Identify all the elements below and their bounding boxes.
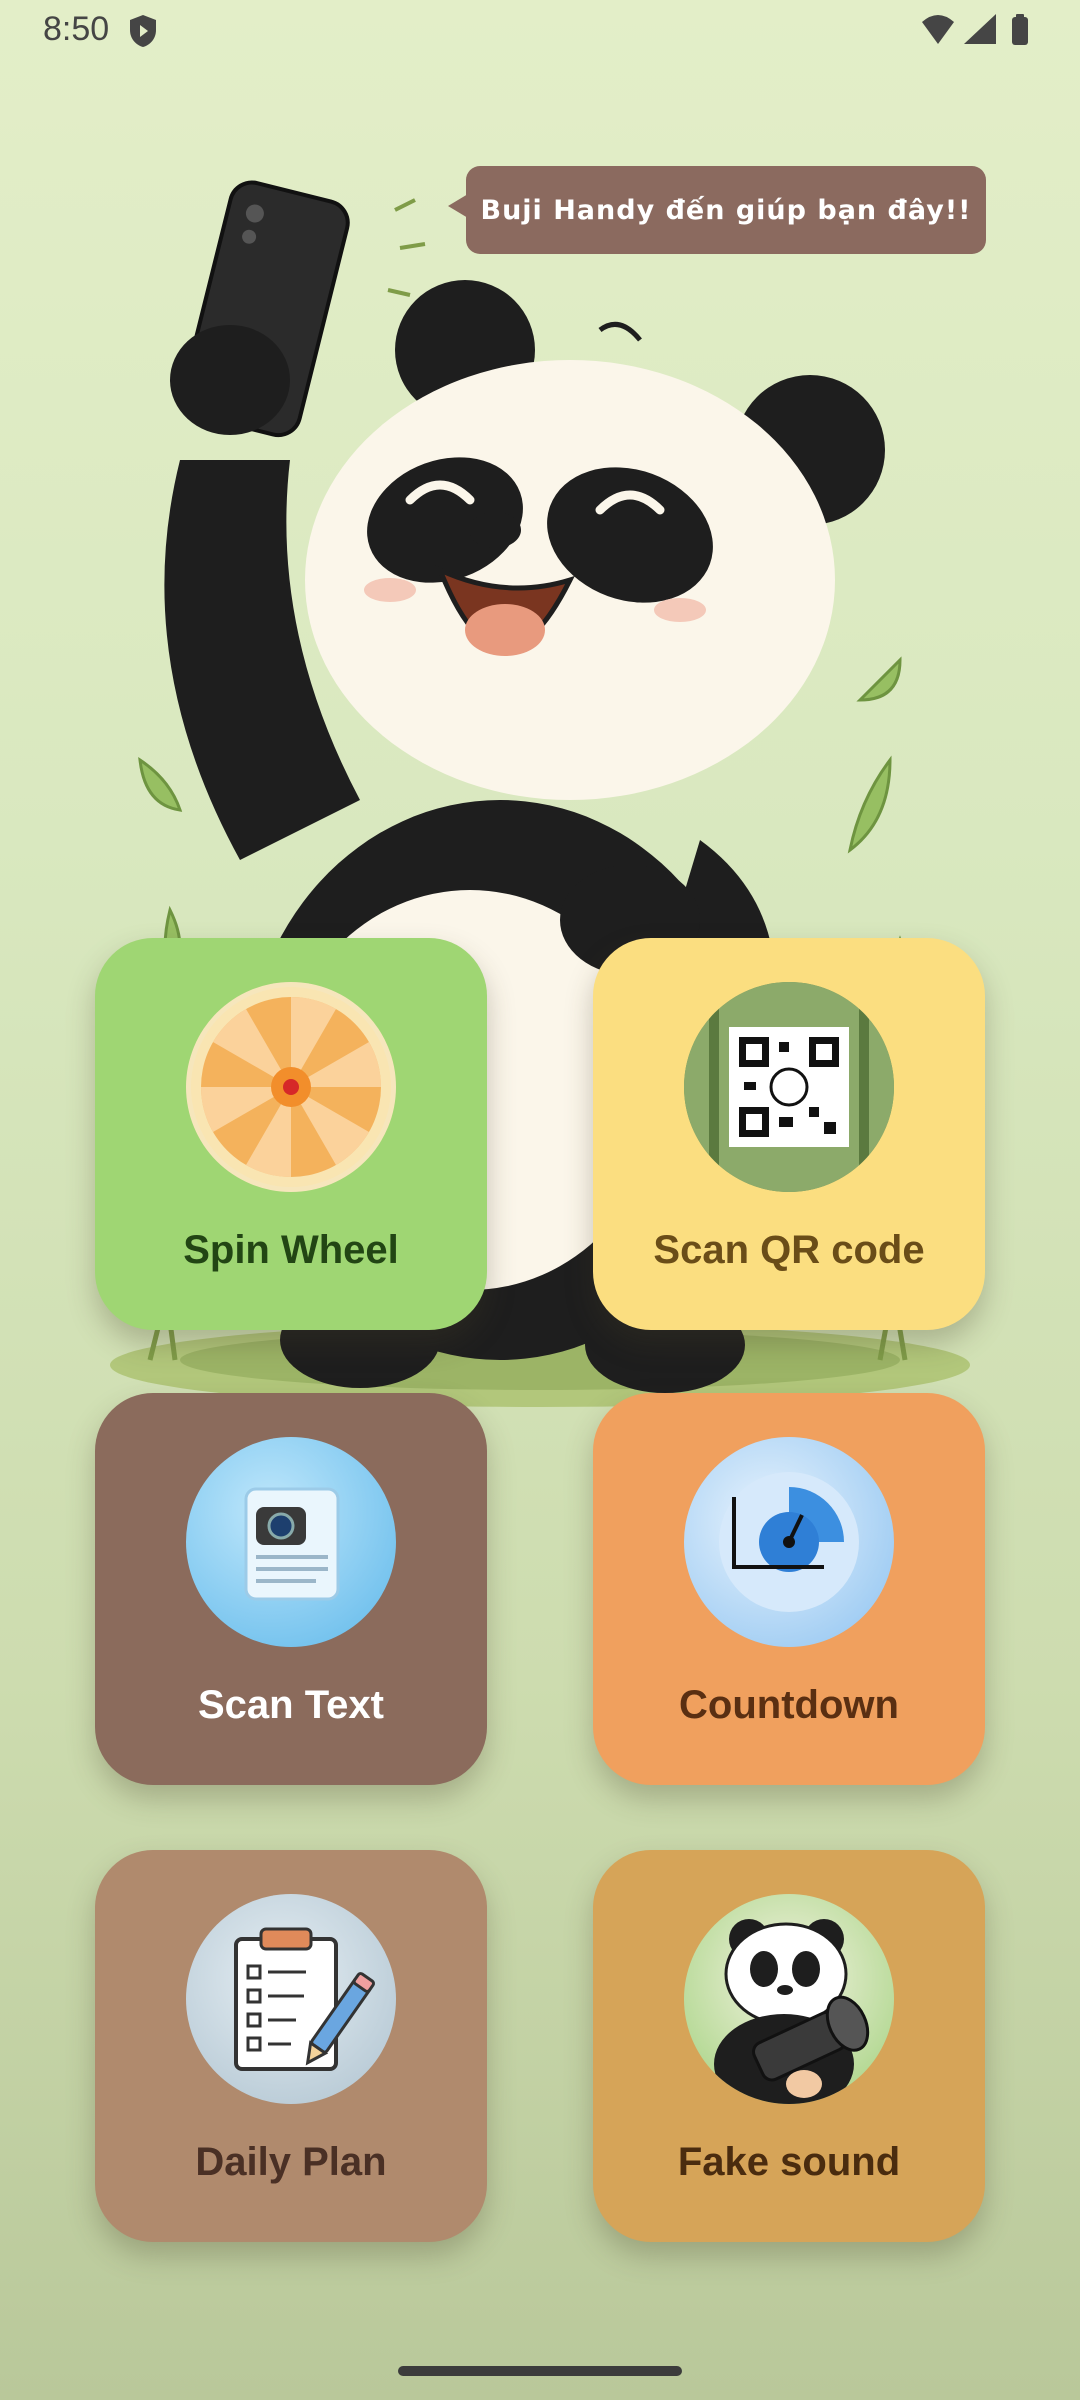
document-camera-icon xyxy=(186,1437,396,1647)
home-indicator[interactable] xyxy=(398,2366,682,2376)
status-icons xyxy=(922,14,1028,45)
spin-wheel-icon xyxy=(186,982,396,1192)
clipboard-checklist-icon xyxy=(186,1894,396,2104)
fake-sound-card[interactable]: Fake sound xyxy=(593,1850,985,2242)
scan-text-card[interactable]: Scan Text xyxy=(95,1393,487,1785)
panda-megaphone-icon xyxy=(684,1894,894,2104)
shield-play-icon xyxy=(130,15,156,47)
spin-wheel-label: Spin Wheel xyxy=(183,1228,399,1272)
wifi-icon xyxy=(922,15,954,44)
daily-plan-label: Daily Plan xyxy=(195,2140,387,2184)
spin-wheel-card[interactable]: Spin Wheel xyxy=(95,938,487,1330)
countdown-label: Countdown xyxy=(679,1683,899,1727)
status-bar: 8:50 xyxy=(0,0,1080,60)
battery-icon xyxy=(1012,14,1028,45)
qr-code-icon xyxy=(684,982,894,1192)
fake-sound-label: Fake sound xyxy=(677,2140,901,2184)
countdown-card[interactable]: Countdown xyxy=(593,1393,985,1785)
signal-icon xyxy=(964,14,996,44)
scan-qr-label: Scan QR code xyxy=(653,1228,925,1272)
clock-icon xyxy=(684,1437,894,1647)
scan-qr-card[interactable]: Scan QR code xyxy=(593,938,985,1330)
status-time: 8:50 xyxy=(43,10,110,48)
daily-plan-card[interactable]: Daily Plan xyxy=(95,1850,487,2242)
speech-bubble: Buji Handy đến giúp bạn đây!! xyxy=(448,166,986,254)
scan-text-label: Scan Text xyxy=(198,1683,384,1727)
